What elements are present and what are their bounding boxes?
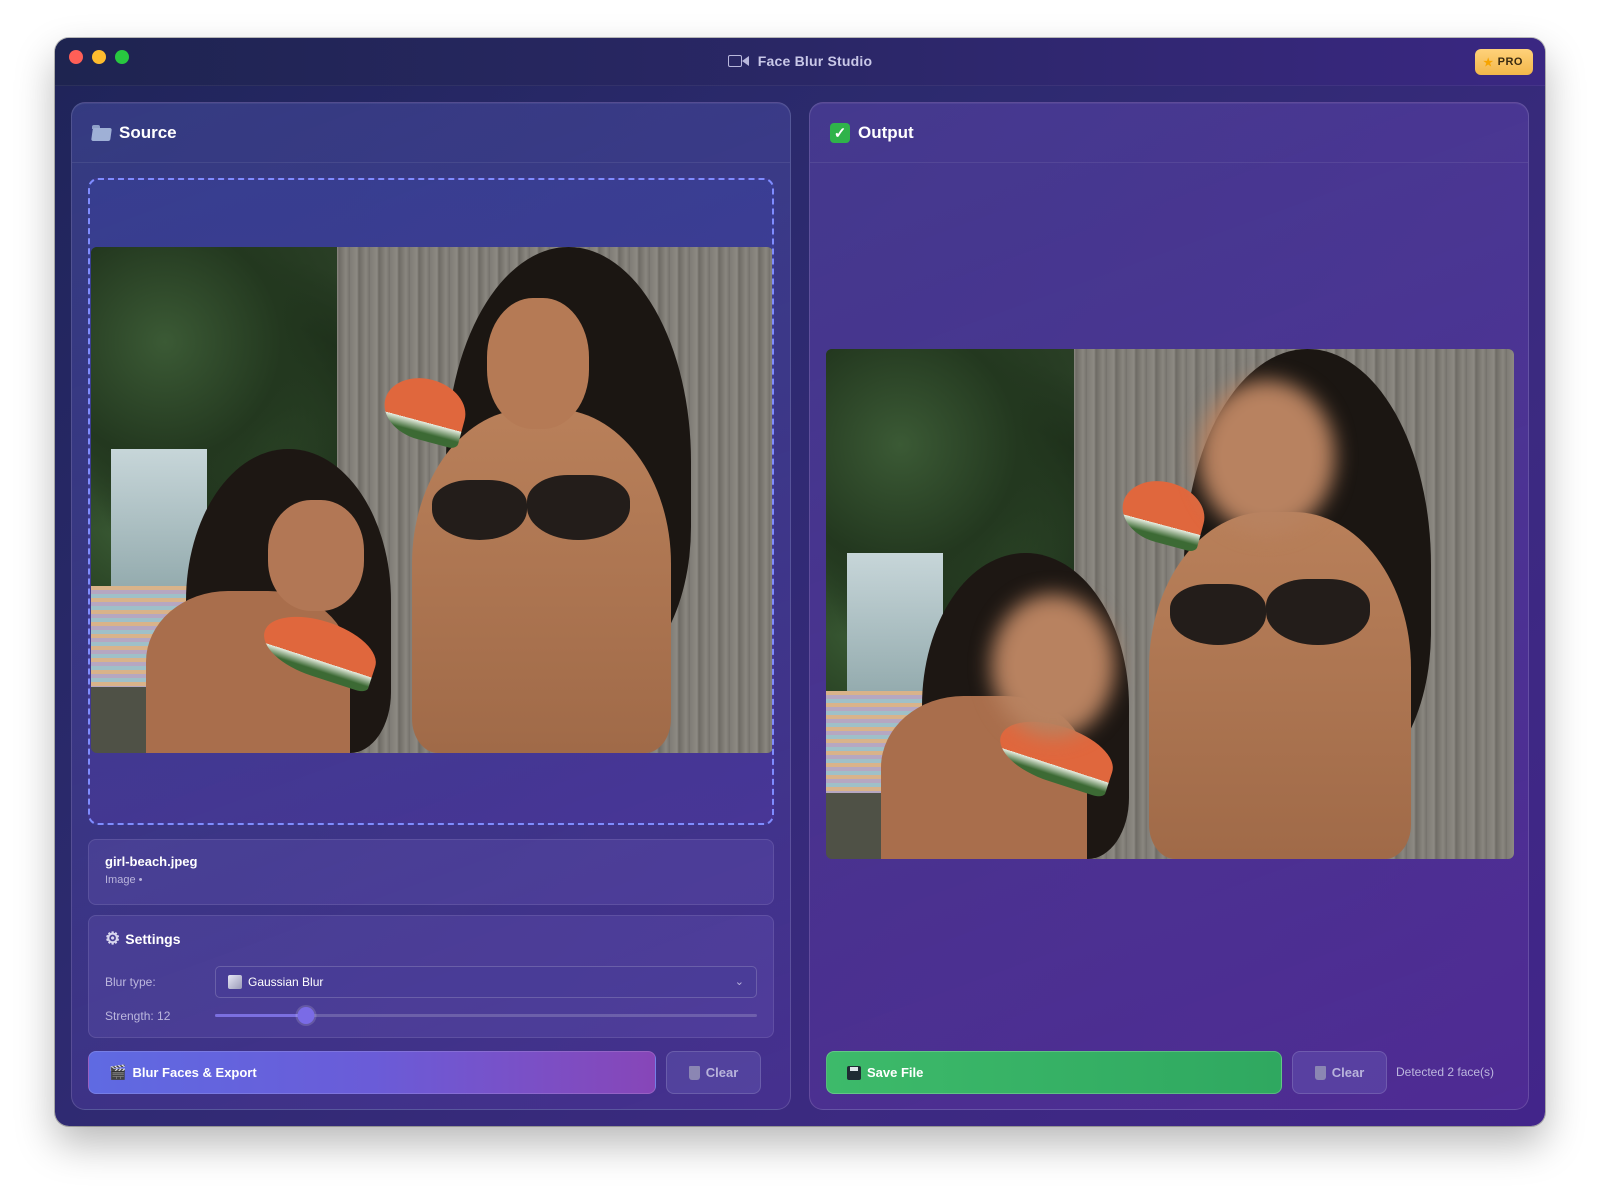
settings-title: Settings [125, 930, 181, 947]
source-image [91, 247, 772, 753]
pro-badge-label: PRO [1497, 56, 1523, 68]
source-clear-button[interactable]: Clear [666, 1051, 761, 1094]
file-meta: Image • [105, 874, 143, 886]
save-button-label: Save File [867, 1065, 924, 1080]
output-title: Output [858, 122, 914, 142]
trash-icon [1314, 1065, 1326, 1080]
blur-icon [228, 975, 242, 989]
output-panel: ✓ Output Save File Clear Detected 2 face… [809, 102, 1529, 1110]
strength-slider-fill [215, 1014, 306, 1017]
output-image [826, 349, 1514, 859]
source-clear-label: Clear [705, 1065, 739, 1080]
blurred-face [991, 593, 1115, 737]
gear-icon: ⚙ [105, 929, 121, 948]
folder-icon [91, 124, 112, 141]
save-file-button[interactable]: Save File [826, 1051, 1282, 1094]
star-icon: ★ [1483, 56, 1494, 69]
app-window: Face Blur Studio ★ PRO Source girl-beach… [55, 38, 1545, 1126]
detection-status: Detected 2 face(s) [1396, 1065, 1495, 1079]
output-clear-label: Clear [1331, 1065, 1365, 1080]
source-title: Source [119, 122, 177, 142]
strength-slider[interactable] [215, 1007, 757, 1024]
output-panel-header: ✓ Output [810, 103, 1528, 163]
blur-type-label: Blur type: [105, 975, 156, 989]
source-panel: Source girl-beach.jpeg Image • ⚙ Setting… [71, 102, 791, 1110]
pro-badge[interactable]: ★ PRO [1475, 49, 1533, 75]
app-title: Face Blur Studio [757, 53, 873, 69]
title-bar: Face Blur Studio ★ PRO [55, 38, 1545, 86]
source-drop-zone[interactable] [88, 178, 774, 825]
output-clear-button[interactable]: Clear [1292, 1051, 1387, 1094]
check-icon: ✓ [830, 122, 850, 143]
blur-type-value: Gaussian Blur [248, 975, 324, 989]
camera-icon [727, 54, 750, 68]
floppy-icon [847, 1065, 861, 1080]
blur-type-row: Blur type: Gaussian Blur ⌄ [105, 966, 757, 998]
trash-icon [688, 1065, 700, 1080]
settings-card: ⚙ Settings Blur type: Gaussian Blur ⌄ St… [88, 915, 774, 1038]
blurred-face [1197, 379, 1336, 533]
blur-faces-export-button[interactable]: 🎬 Blur Faces & Export [88, 1051, 656, 1094]
window-title: Face Blur Studio [55, 53, 1545, 69]
blur-type-select[interactable]: Gaussian Blur ⌄ [215, 966, 757, 998]
blur-button-label: Blur Faces & Export [132, 1065, 257, 1080]
strength-row: Strength: 12 [105, 1007, 757, 1024]
file-info-card: girl-beach.jpeg Image • [88, 839, 774, 905]
settings-header: ⚙ Settings [105, 930, 757, 947]
file-name: girl-beach.jpeg [105, 854, 198, 869]
chevron-down-icon: ⌄ [734, 976, 744, 988]
clapper-icon: 🎬 [109, 1064, 127, 1080]
source-panel-header: Source [72, 103, 790, 163]
strength-label: Strength: 12 [105, 1009, 171, 1023]
strength-slider-thumb[interactable] [297, 1007, 314, 1024]
